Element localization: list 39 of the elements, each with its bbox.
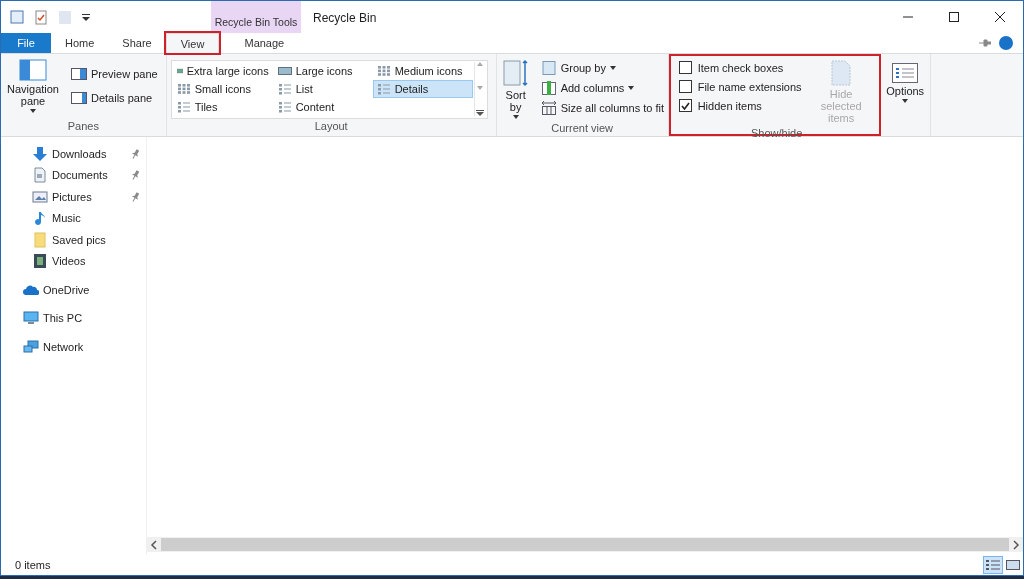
item-count: 0 items	[15, 559, 52, 571]
ribbon-tab[interactable]: Manage	[219, 33, 310, 53]
nav-item[interactable]: Documents	[1, 164, 146, 186]
sort-by-button[interactable]: Sort by	[500, 57, 531, 121]
view-command-button[interactable]: Size all columns to fit	[536, 99, 668, 117]
layout-option[interactable]: Extra large icons	[172, 62, 273, 80]
view-command-button[interactable]: Add columns	[536, 79, 668, 97]
layout-option[interactable]: List	[273, 80, 372, 98]
nav-item[interactable]: Music	[1, 207, 146, 229]
pane-button[interactable]: Preview pane	[67, 65, 162, 83]
checkbox-label: Item check boxes	[697, 61, 784, 74]
contextual-tab-title: Recycle Bin Tools	[214, 16, 298, 28]
group-label: Layout	[313, 119, 349, 134]
nav-item[interactable]: This PC	[1, 307, 146, 329]
nav-item[interactable]: Downloads	[1, 143, 146, 165]
checkbox-label: File name extensions	[697, 80, 802, 93]
ribbon-tab[interactable]: Home	[51, 33, 109, 53]
nav-item[interactable]: Saved pics	[1, 229, 146, 251]
group-label: Current view	[550, 121, 615, 136]
ribbon-tab[interactable]: View	[165, 33, 220, 53]
pane-button[interactable]: Details pane	[67, 89, 162, 107]
layout-option[interactable]: Medium icons	[372, 62, 473, 80]
layout-option[interactable]: Large icons	[273, 62, 372, 80]
nav-item[interactable]: OneDrive	[1, 279, 146, 301]
nav-item[interactable]: Pictures	[1, 186, 146, 208]
options-button[interactable]: Options	[884, 57, 926, 105]
view-command-button[interactable]: Group by	[536, 59, 668, 77]
ribbon-tab[interactable]: Share	[108, 33, 166, 53]
layout-option[interactable]: Details	[372, 80, 473, 98]
checkbox-label: Hidden items	[697, 99, 762, 112]
ribbon-tab[interactable]: File	[1, 33, 51, 53]
layout-option[interactable]: Content	[273, 98, 372, 116]
layout-option[interactable]: Tiles	[172, 98, 273, 116]
group-label: Panes	[66, 119, 100, 134]
nav-item[interactable]: Network	[1, 336, 146, 358]
window-title: Recycle Bin	[313, 11, 377, 25]
navigation-pane-button[interactable]: Navigation pane	[5, 57, 61, 119]
layout-option[interactable]: Small icons	[172, 80, 273, 98]
nav-item[interactable]: Videos	[1, 250, 146, 272]
